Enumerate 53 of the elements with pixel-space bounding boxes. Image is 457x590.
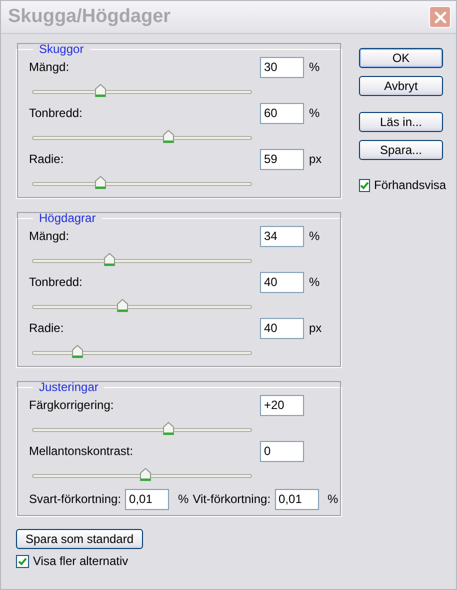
field-label: Färgkorrigering: [29,398,115,412]
input-field[interactable]: 0 [260,440,304,462]
checkbox[interactable] [359,178,370,192]
input-field[interactable]: 40 [260,272,304,292]
close-button[interactable] [429,6,451,28]
checkbox-label: Förhandsvisa [374,178,446,192]
dialog-button[interactable]: Avbryt [359,76,443,96]
unit-label: % [177,492,189,506]
input-field[interactable]: 59 [260,148,304,170]
check-icon [18,556,27,566]
input-field[interactable]: 0,01 [274,488,319,510]
checkbox[interactable] [16,554,29,568]
input-field[interactable]: 30 [260,56,304,78]
slider-thumb[interactable] [72,345,84,358]
input-field[interactable]: +20 [260,394,304,416]
field-label: Mängd: [29,60,70,74]
slider-thumb[interactable] [140,468,151,481]
unit-label: px [308,152,323,166]
field-label: Tonbredd: [29,275,84,289]
dialog-button[interactable]: OK [359,48,443,68]
unit-label: % [326,492,338,506]
slider-thumb[interactable] [94,84,106,97]
slider-thumb[interactable] [162,130,174,143]
group-title: Högdagrar [38,211,97,225]
window-title: Skugga/Högdager [8,6,171,28]
group-title: Justeringar [38,380,100,394]
checkbox-label: Visa fler alternativ [33,554,128,568]
field-label: Mellantonskontrast: [29,444,134,458]
input-field[interactable]: 0,01 [125,488,170,510]
check-icon [360,180,369,190]
slider-thumb[interactable] [104,253,115,266]
field-label: Svart-förkortning: [29,492,122,506]
field-label: Radie: [29,152,65,166]
field-label: Radie: [29,321,65,335]
slider-thumb[interactable] [94,176,106,189]
dialog-button[interactable]: Spara... [359,140,443,160]
unit-label: % [308,106,321,120]
unit-label: % [308,229,321,243]
field-label: Tonbredd: [29,106,84,120]
save-default-button[interactable]: Spara som standard [16,529,143,549]
field-label: Mängd: [29,229,70,243]
group-title: Skuggor [38,42,85,56]
slider-thumb[interactable] [117,299,128,312]
unit-label: px [308,321,323,335]
slider-thumb[interactable] [162,422,174,435]
close-icon [434,10,446,24]
input-field[interactable]: 34 [260,226,304,246]
input-field[interactable]: 40 [260,318,304,338]
field-label: Vit-förkortning: [192,492,271,506]
unit-label: % [308,275,321,289]
unit-label: % [308,60,321,74]
dialog-button[interactable]: Läs in... [359,112,443,132]
input-field[interactable]: 60 [260,102,304,124]
